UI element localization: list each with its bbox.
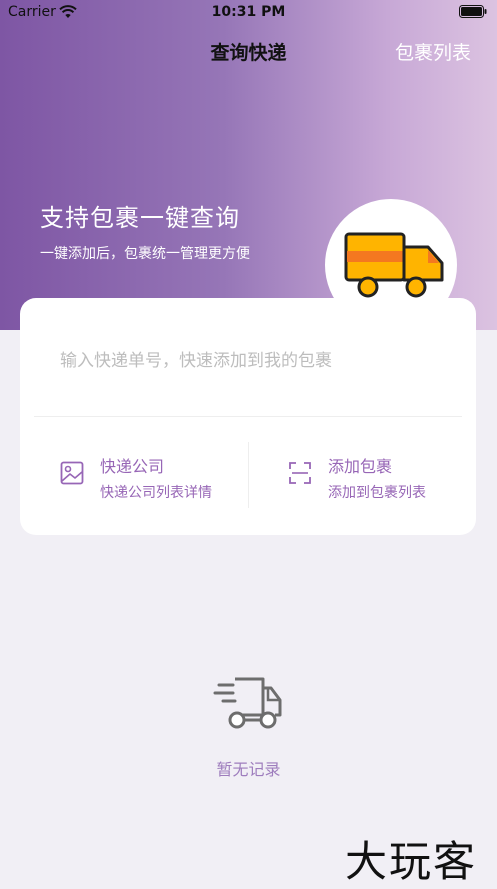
scan-icon [289,462,311,484]
courier-companies-title: 快递公司 [100,457,165,476]
status-bar: Carrier 10:31 PM [0,0,497,26]
tracking-number-input[interactable]: 输入快递单号，快速添加到我的包裹 [60,346,332,371]
battery-icon [459,5,487,18]
hero-subtitle: 一键添加后，包裹统一管理更方便 [40,246,250,262]
empty-state-text: 暂无记录 [216,760,281,779]
hero-title: 支持包裹一键查询 [40,204,240,232]
add-package-title: 添加包裹 [328,457,393,476]
image-icon [60,461,84,485]
truck-icon [344,232,444,298]
watermark: 大玩客 [345,837,478,886]
add-package-subtitle: 添加到包裹列表 [328,485,426,501]
add-package-button[interactable]: 添加包裹 添加到包裹列表 [288,443,474,507]
delivery-truck-icon [213,677,282,729]
courier-companies-subtitle: 快递公司列表详情 [100,485,212,501]
courier-companies-button[interactable]: 快递公司 快递公司列表详情 [60,443,248,507]
status-time: 10:31 PM [211,4,286,20]
divider [34,416,462,417]
package-list-button[interactable]: 包裹列表 [395,38,471,65]
vertical-divider [248,442,249,508]
search-card: 输入快递单号，快速添加到我的包裹 快递公司 快递公司列表详情 添加包裹 添加到包… [20,298,476,535]
